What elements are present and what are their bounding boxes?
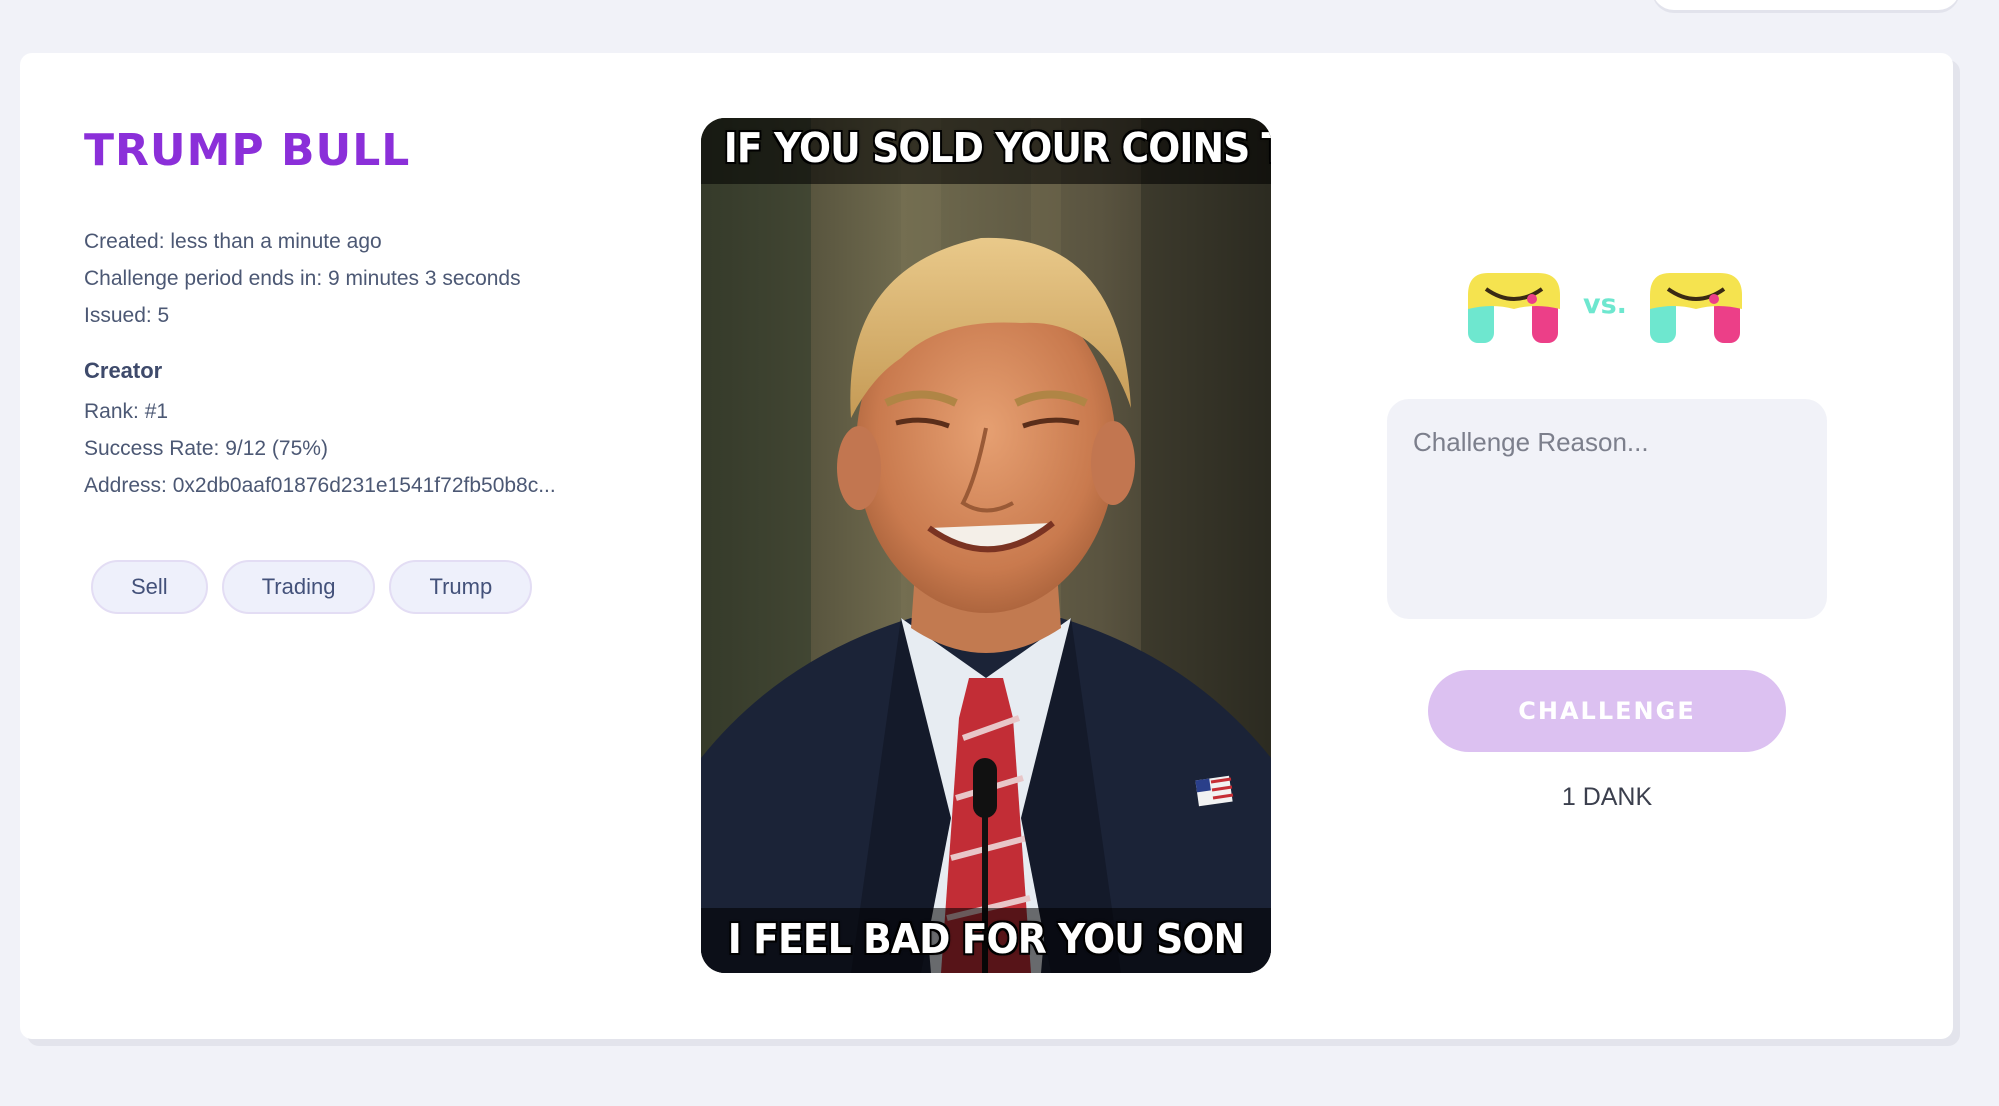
meme-bottom-caption: I FEEL BAD FOR YOU SON <box>727 915 1245 963</box>
meme-detail-card: TRUMP BULL Created: less than a minute a… <box>20 53 1953 1039</box>
meme-title: TRUMP BULL <box>84 125 411 176</box>
top-right-header-pill <box>1652 0 1960 10</box>
memefactory-logo-icon <box>1468 273 1560 343</box>
challenge-button[interactable]: CHALLENGE <box>1428 670 1786 752</box>
meme-top-caption: IF YOU SOLD YOUR COINS TODAY <box>723 124 1271 172</box>
memefactory-logo-icon <box>1650 273 1742 343</box>
created-time: Created: less than a minute ago <box>84 230 382 253</box>
creator-address: Address: 0x2db0aaf01876d231e1541f72fb50b… <box>84 474 556 497</box>
tag-trading[interactable]: Trading <box>221 560 376 614</box>
vs-label: vs. <box>1583 289 1627 320</box>
meme-image: IF YOU SOLD YOUR COINS TODAY I FEEL BAD … <box>701 118 1271 973</box>
tag-sell[interactable]: Sell <box>91 560 208 614</box>
challenge-reason-input[interactable] <box>1387 399 1827 619</box>
issued-count: Issued: 5 <box>84 304 170 327</box>
creator-heading: Creator <box>84 358 163 383</box>
meme-photo <box>701 118 1271 973</box>
versus-logos: vs. <box>1466 269 1750 345</box>
challenge-period: Challenge period ends in: 9 minutes 3 se… <box>84 267 521 290</box>
challenge-deposit-amount: 1 DANK <box>1561 783 1653 811</box>
tag-trump[interactable]: Trump <box>389 560 533 614</box>
tag-list: Sell Trading Trump <box>91 560 533 614</box>
creator-rank: Rank: #1 <box>84 400 169 423</box>
creator-success-rate: Success Rate: 9/12 (75%) <box>84 437 328 460</box>
